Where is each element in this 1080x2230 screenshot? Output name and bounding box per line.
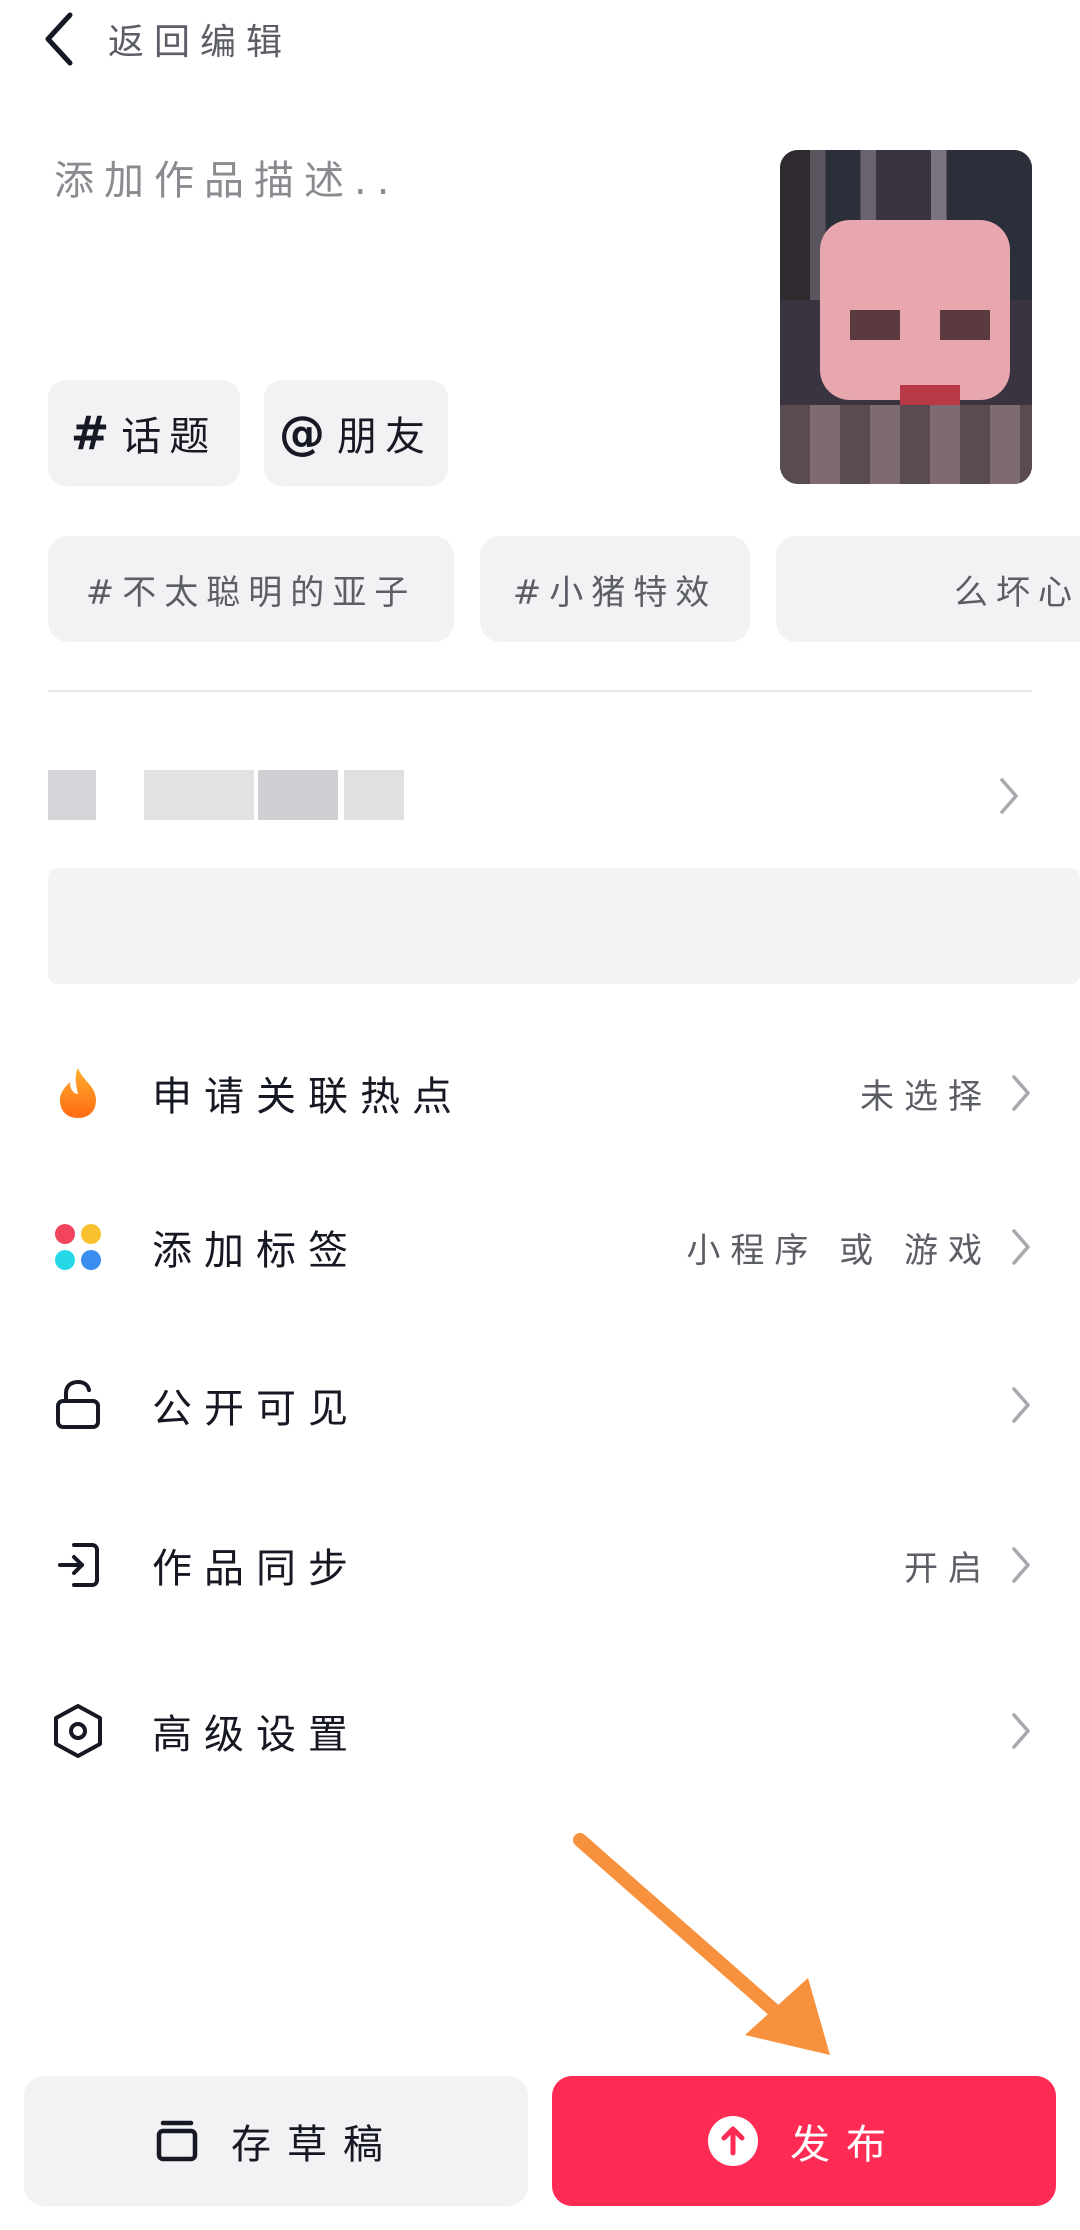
suggested-topic-1[interactable]: #不太聪明的亚子 xyxy=(48,536,454,642)
suggested-topic-2[interactable]: #小猪特效 xyxy=(480,536,750,642)
menu-label: 公开可见 xyxy=(152,1386,360,1432)
publish-button[interactable]: 发布 xyxy=(552,2076,1056,2206)
blurred-row[interactable] xyxy=(48,760,1032,830)
suggested-topic-3[interactable]: 么坏心 xyxy=(776,536,1080,642)
topic-chip[interactable]: # 话题 xyxy=(48,380,240,486)
back-to-edit-button[interactable]: 返回编辑 xyxy=(40,0,292,78)
menu-visibility[interactable]: 公开可见 xyxy=(48,1350,1032,1460)
sync-exit-icon xyxy=(48,1535,108,1595)
menu-value: 开启 xyxy=(904,1548,992,1589)
hash-icon: # xyxy=(70,406,110,460)
flame-icon xyxy=(48,1063,108,1123)
topic-chip-label: 话题 xyxy=(121,414,218,460)
menu-value: 未选择 xyxy=(860,1076,992,1117)
suggested-topic-label: 么坏心 xyxy=(954,572,1080,613)
unlock-icon xyxy=(48,1375,108,1435)
menu-label: 添加标签 xyxy=(152,1228,360,1274)
friend-chip-label: 朋友 xyxy=(337,414,433,460)
menu-value: 小程序 或 游戏 xyxy=(686,1230,992,1271)
menu-advanced-settings[interactable]: 高级设置 xyxy=(48,1676,1032,1786)
back-label: 返回编辑 xyxy=(108,22,293,63)
friend-chip[interactable]: @ 朋友 xyxy=(264,380,448,486)
hexagon-settings-icon xyxy=(48,1701,108,1761)
blurred-banner xyxy=(48,868,1080,984)
menu-label: 申请关联热点 xyxy=(152,1074,464,1120)
chevron-right-icon xyxy=(1012,1547,1030,1583)
chevron-right-icon xyxy=(1012,1387,1030,1423)
save-draft-button[interactable]: 存草稿 xyxy=(24,2076,528,2206)
menu-label: 高级设置 xyxy=(152,1712,360,1758)
draft-box-icon xyxy=(156,2120,198,2162)
cover-thumbnail[interactable] xyxy=(780,150,1032,484)
chevron-right-icon xyxy=(1012,1713,1030,1749)
menu-apply-hotspot[interactable]: 申请关联热点 未选择 xyxy=(48,1038,1032,1148)
menu-add-tag[interactable]: 添加标签 小程序 或 游戏 xyxy=(48,1192,1032,1302)
suggested-topic-label: #不太聪明的亚子 xyxy=(85,572,417,613)
description-input[interactable] xyxy=(54,158,714,204)
divider xyxy=(48,690,1032,692)
menu-sync[interactable]: 作品同步 开启 xyxy=(48,1510,1032,1620)
chevron-right-icon xyxy=(1012,1229,1030,1265)
publish-label: 发布 xyxy=(790,2122,902,2168)
four-dots-icon xyxy=(48,1217,108,1277)
upload-arrow-icon xyxy=(708,2116,758,2166)
chevron-left-icon xyxy=(45,12,73,66)
chevron-right-icon xyxy=(1000,778,1018,814)
save-draft-label: 存草稿 xyxy=(231,2122,399,2168)
suggested-topic-label: #小猪特效 xyxy=(512,572,718,613)
chevron-right-icon xyxy=(1012,1075,1030,1111)
menu-label: 作品同步 xyxy=(152,1546,360,1592)
at-icon: @ xyxy=(279,406,325,460)
annotation-arrow-icon xyxy=(573,1833,830,2055)
